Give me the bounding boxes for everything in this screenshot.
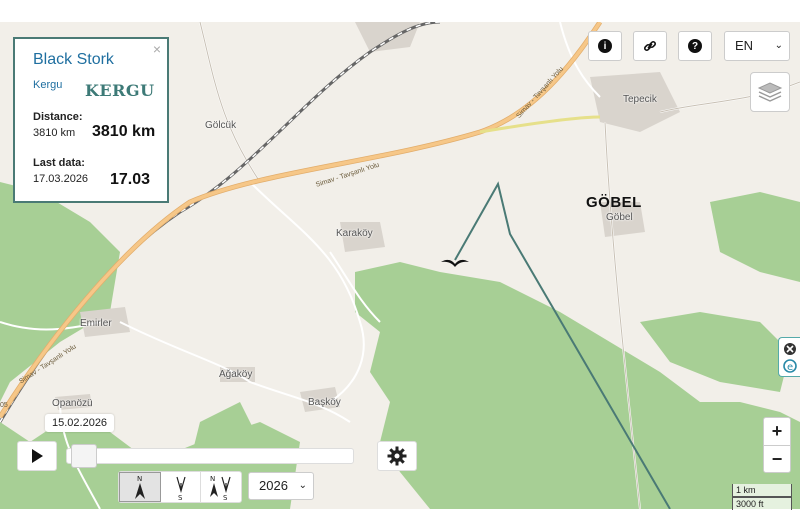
- distance-value: 3810 km: [33, 127, 76, 139]
- north-arrow-icon: N: [134, 475, 145, 499]
- place-label-gobel: Göbel: [606, 212, 633, 223]
- road-label-edge: 05: [0, 402, 8, 409]
- svg-text:N: N: [137, 475, 142, 483]
- layers-icon: [757, 82, 783, 102]
- svg-text:e: e: [787, 362, 793, 373]
- direction-south-button[interactable]: S: [161, 472, 202, 502]
- zoom-control: + −: [763, 417, 791, 473]
- place-label-agakoy: Ağaköy: [219, 369, 253, 380]
- side-panel-tab[interactable]: e: [778, 337, 800, 377]
- year-select[interactable]: 2026 ⌄: [248, 472, 314, 500]
- timeline-slider[interactable]: [66, 441, 354, 471]
- stork-marker-icon: [441, 259, 469, 267]
- scale-ft: 3000 ft: [732, 497, 792, 510]
- distance-big: 3810 km: [92, 123, 156, 140]
- south-arrow-icon: S: [175, 476, 186, 501]
- place-label-tepecik: Tepecik: [623, 94, 657, 105]
- zoom-out-button[interactable]: −: [764, 446, 790, 473]
- play-button[interactable]: [17, 441, 57, 471]
- svg-text:N: N: [210, 475, 215, 483]
- place-label-golcuk: Gölcük: [205, 120, 237, 131]
- layers-button[interactable]: [750, 72, 790, 112]
- scale-km: 1 km: [732, 484, 792, 497]
- animal-name[interactable]: Kergu: [33, 79, 62, 91]
- animal-title: Black Stork: [33, 51, 114, 68]
- chevron-down-icon: ⌄: [774, 40, 783, 51]
- direction-both-button[interactable]: N S: [201, 472, 241, 502]
- place-label-baskoy: Başköy: [308, 397, 341, 408]
- svg-text:S: S: [178, 494, 183, 501]
- place-label-opanozu: Opanözü: [52, 398, 93, 409]
- timeline-date-tooltip: 15.02.2026: [45, 414, 115, 432]
- help-icon: ?: [688, 39, 702, 53]
- direction-filter: N S N S: [118, 471, 242, 503]
- play-icon: [32, 449, 43, 463]
- chevron-down-icon: ⌄: [298, 480, 307, 491]
- help-button[interactable]: ?: [678, 31, 712, 61]
- scale-bar: 1 km 3000 ft: [732, 484, 792, 510]
- language-value: EN: [735, 38, 754, 53]
- direction-north-button[interactable]: N: [119, 472, 161, 502]
- slider-thumb[interactable]: [71, 444, 97, 468]
- gear-icon: [387, 446, 407, 466]
- slider-track[interactable]: [66, 448, 354, 464]
- close-icon[interactable]: ×: [153, 41, 161, 57]
- animal-info-card: × Black Stork Kergu KERGU Distance: 3810…: [13, 37, 169, 203]
- last-data-big: 17.03: [110, 171, 151, 188]
- info-icon: i: [598, 39, 612, 53]
- link-icon: [643, 40, 657, 52]
- svg-text:S: S: [223, 494, 228, 501]
- info-button[interactable]: i: [588, 31, 622, 61]
- animal-logo: KERGU: [85, 81, 155, 100]
- place-label-emirler: Emirler: [80, 318, 112, 329]
- last-data-label: Last data:: [33, 157, 85, 169]
- link-button[interactable]: [633, 31, 667, 61]
- distance-label: Distance:: [33, 111, 83, 123]
- both-directions-icon: N S: [210, 475, 231, 501]
- place-label-gobel-big: GÖBEL: [586, 194, 642, 211]
- settings-button[interactable]: [377, 441, 417, 471]
- close-circle-icon: e: [783, 343, 797, 373]
- place-label-karakoy: Karaköy: [336, 228, 373, 239]
- zoom-in-button[interactable]: +: [764, 418, 790, 446]
- last-data-value: 17.03.2026: [33, 173, 89, 185]
- language-select[interactable]: EN ⌄: [724, 31, 790, 61]
- year-value: 2026: [259, 478, 288, 493]
